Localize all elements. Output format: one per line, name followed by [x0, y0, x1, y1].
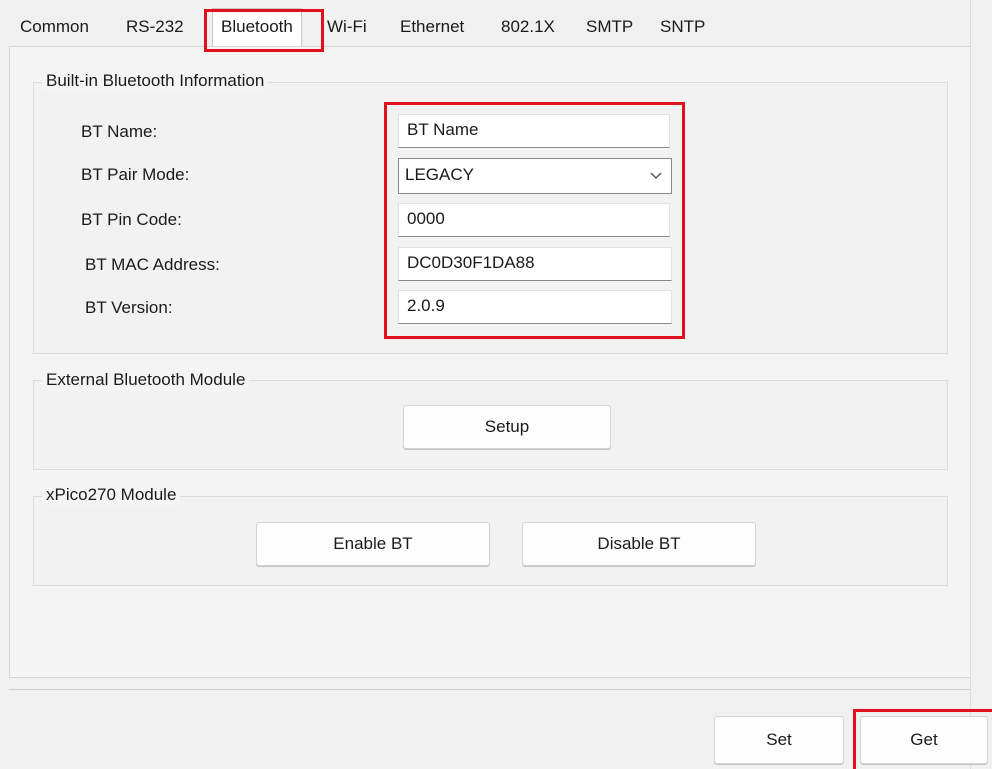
bt-pair-mode-value: LEGACY	[405, 165, 474, 184]
bt-name-label: BT Name:	[81, 122, 158, 141]
tab-common[interactable]: Common	[20, 10, 89, 44]
set-button[interactable]: Set	[714, 716, 844, 764]
tab-rs232[interactable]: RS-232	[126, 10, 184, 44]
disable-bt-button[interactable]: Disable BT	[522, 522, 756, 566]
xpico270-group	[33, 496, 948, 586]
builtin-bluetooth-group-title: Built-in Bluetooth Information	[42, 70, 269, 92]
bt-name-field[interactable]: BT Name	[398, 114, 670, 148]
tab-smtp[interactable]: SMTP	[586, 10, 633, 44]
bt-pin-code-field[interactable]: 0000	[398, 203, 670, 237]
tab-bluetooth[interactable]: Bluetooth	[212, 8, 302, 49]
tab-ethernet[interactable]: Ethernet	[400, 10, 464, 44]
bt-mac-address-label: BT MAC Address:	[85, 255, 220, 274]
tab-wifi[interactable]: Wi-Fi	[327, 10, 367, 44]
xpico270-group-title: xPico270 Module	[42, 484, 181, 506]
bt-pair-mode-select[interactable]: LEGACY	[398, 158, 672, 194]
bt-version-label: BT Version:	[85, 298, 173, 317]
enable-bt-button[interactable]: Enable BT	[256, 522, 490, 566]
bt-pin-code-label: BT Pin Code:	[81, 210, 182, 229]
bt-pair-mode-label: BT Pair Mode:	[81, 165, 190, 184]
external-bluetooth-group-title: External Bluetooth Module	[42, 369, 250, 391]
tab-sntp[interactable]: SNTP	[660, 10, 705, 44]
bt-version-field[interactable]: 2.0.9	[398, 290, 672, 324]
tab-8021x[interactable]: 802.1X	[501, 10, 555, 44]
window-edge	[970, 0, 992, 769]
bt-mac-address-field[interactable]: DC0D30F1DA88	[398, 247, 672, 281]
get-button[interactable]: Get	[860, 716, 988, 764]
setup-button[interactable]: Setup	[403, 405, 611, 449]
footer-divider	[9, 689, 970, 690]
chevron-down-icon	[650, 172, 662, 179]
